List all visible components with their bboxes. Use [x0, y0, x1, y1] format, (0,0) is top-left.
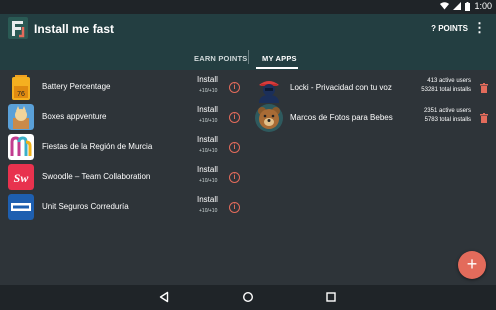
add-fab-button[interactable]: + — [458, 251, 486, 279]
svg-text:Sw: Sw — [14, 171, 30, 185]
app-name: Battery Percentage — [42, 82, 111, 91]
active-users: 2351 active users — [423, 108, 471, 114]
system-nav-bar — [0, 285, 496, 310]
list-item[interactable]: Sw Swoodle – Team Collaboration Install … — [0, 162, 248, 192]
app-bar: Install me fast ? POINTS ⋮ — [0, 14, 496, 44]
install-button[interactable]: Install — [197, 135, 218, 144]
status-bar: 1:00 — [0, 0, 496, 14]
my-app-name: Locki - Privacidad con tu voz — [290, 83, 392, 92]
murcia-app-icon — [8, 134, 34, 160]
total-installs: 5783 total installs — [424, 117, 471, 123]
tab-earn-points[interactable]: EARN POINTS — [194, 54, 247, 63]
back-icon[interactable] — [158, 291, 170, 303]
reward-label: +10/+10 — [199, 118, 218, 124]
delete-icon[interactable] — [480, 83, 488, 93]
app-name: Swoodle – Team Collaboration — [42, 172, 151, 181]
my-app-name: Marcos de Fotos para Bebes — [290, 113, 393, 122]
boxes-app-icon — [8, 104, 34, 130]
svg-text:76: 76 — [17, 91, 25, 98]
active-users: 413 active users — [427, 78, 471, 84]
app-stats: 413 active users 53281 total installs — [417, 77, 471, 95]
app-name: Boxes appventure — [42, 112, 107, 121]
battery-icon — [465, 1, 471, 11]
install-button[interactable]: Install — [197, 105, 218, 114]
list-item[interactable]: Boxes appventure Install +10/+10 i — [0, 102, 248, 132]
points-button[interactable]: ? POINTS — [431, 24, 468, 33]
locki-app-icon — [259, 81, 279, 103]
battery-app-icon: 76 — [12, 75, 30, 100]
wifi-icon — [440, 2, 450, 10]
tab-bar: EARN POINTS MY APPS — [0, 44, 496, 70]
main-content: 76 Battery Percentage Install +10/+10 i … — [0, 70, 496, 285]
unit-app-icon — [8, 194, 34, 220]
reward-label: +10/+10 — [199, 178, 218, 184]
info-icon[interactable]: i — [229, 202, 240, 213]
signal-icon — [453, 2, 462, 10]
my-app-item[interactable]: Marcos de Fotos para Bebes 2351 active u… — [254, 101, 496, 135]
recents-icon[interactable] — [325, 291, 337, 303]
status-time: 1:00 — [474, 1, 492, 11]
teddy-bear-app-icon — [255, 104, 283, 132]
my-app-item[interactable]: Locki - Privacidad con tu voz 413 active… — [254, 71, 496, 105]
app-name: Fiestas de la Región de Murcia — [42, 142, 153, 151]
list-item[interactable]: Unit Seguros Correduría Install +10/+10 … — [0, 192, 248, 222]
reward-label: +10/+10 — [199, 88, 218, 94]
info-icon[interactable]: i — [229, 142, 240, 153]
reward-label: +10/+10 — [199, 148, 218, 154]
home-icon[interactable] — [242, 291, 254, 303]
delete-icon[interactable] — [480, 113, 488, 123]
tab-my-apps[interactable]: MY APPS — [262, 54, 297, 63]
install-button[interactable]: Install — [197, 195, 218, 204]
app-title: Install me fast — [34, 22, 115, 36]
app-logo-icon — [8, 17, 28, 39]
tab-active-indicator — [256, 67, 298, 69]
app-name: Unit Seguros Correduría — [42, 202, 129, 211]
reward-label: +10/+10 — [199, 208, 218, 214]
app-stats: 2351 active users 5783 total installs — [417, 107, 471, 125]
swoodle-app-icon: Sw — [8, 164, 34, 190]
list-item[interactable]: Fiestas de la Región de Murcia Install +… — [0, 132, 248, 162]
more-vert-icon[interactable]: ⋮ — [473, 21, 486, 35]
info-icon[interactable]: i — [229, 112, 240, 123]
tab-divider — [248, 50, 249, 64]
info-icon[interactable]: i — [229, 82, 240, 93]
info-icon[interactable]: i — [229, 172, 240, 183]
install-button[interactable]: Install — [197, 165, 218, 174]
total-installs: 53281 total installs — [421, 87, 471, 93]
install-button[interactable]: Install — [197, 75, 218, 84]
list-item[interactable]: 76 Battery Percentage Install +10/+10 i — [0, 72, 248, 102]
